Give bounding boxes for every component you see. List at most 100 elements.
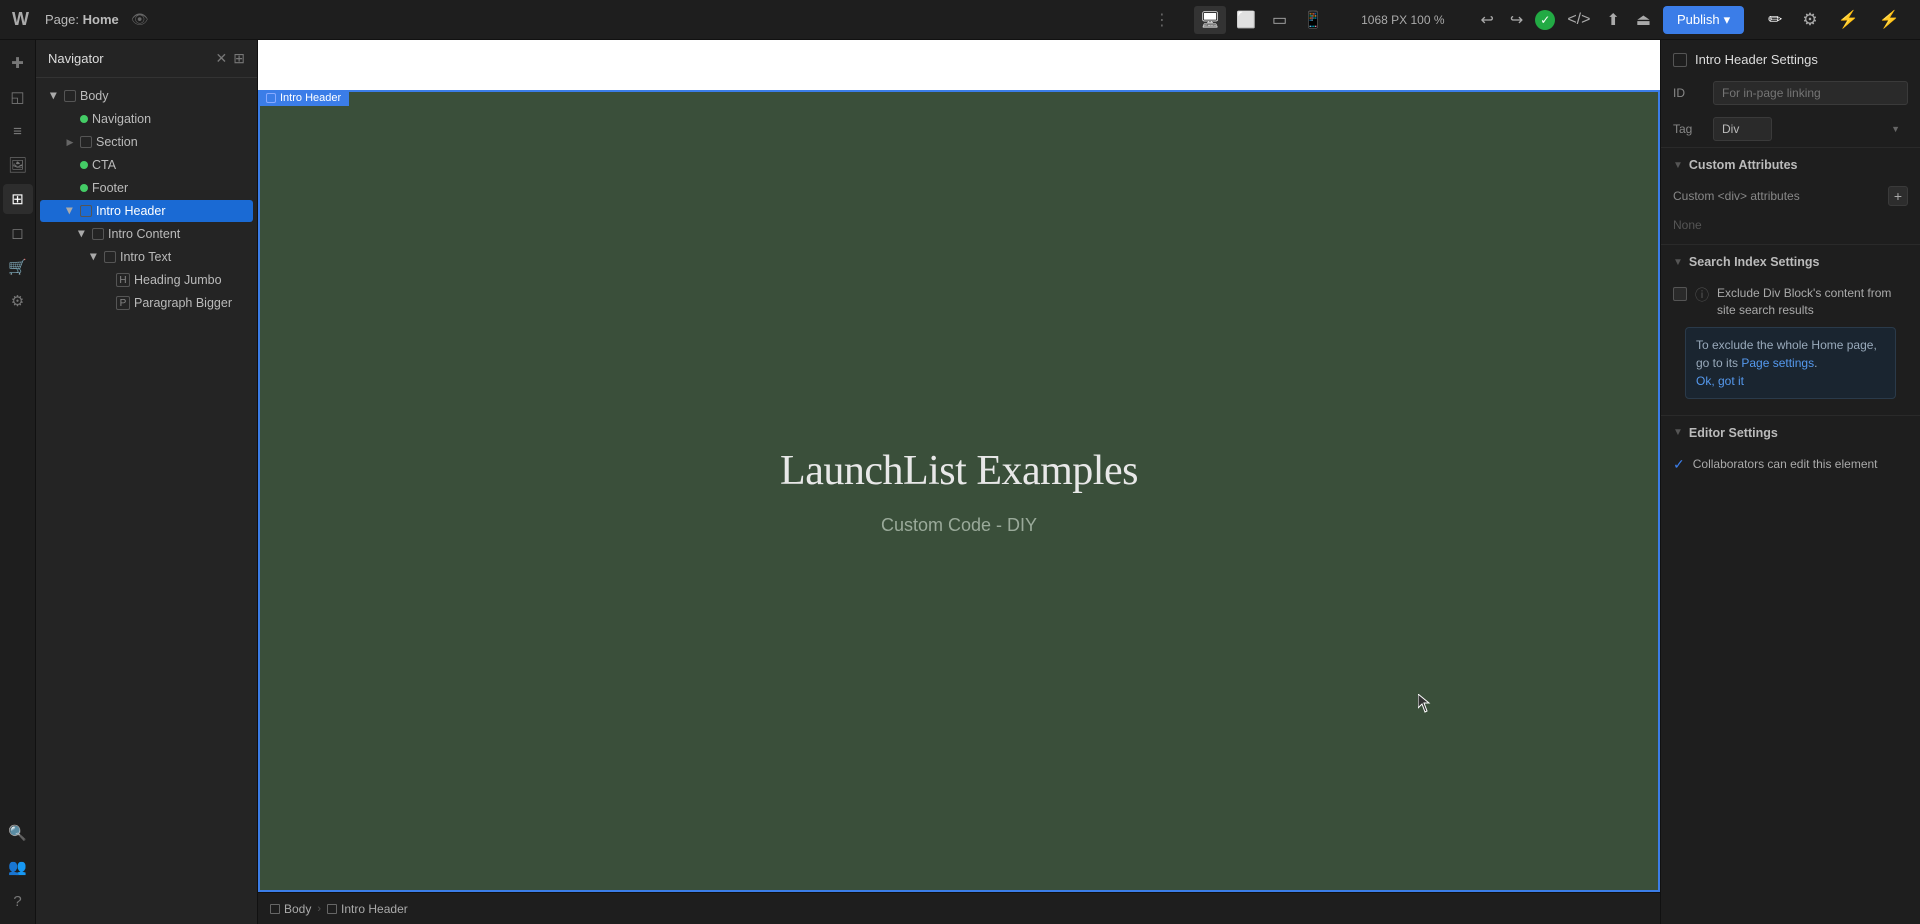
nav-dot-cta xyxy=(80,161,88,169)
breadcrumb-intro-header-label: Intro Header xyxy=(341,902,408,916)
save-status-icon: ✓ xyxy=(1535,10,1555,30)
redo-button[interactable]: ↪ xyxy=(1506,6,1527,34)
topbar-actions: ↩ ↪ ✓ </> ⬆ ⏏ Publish ▾ xyxy=(1477,6,1745,34)
interactions-panel-toggle[interactable]: ⚡ xyxy=(1830,6,1867,34)
nav-dot-footer xyxy=(80,184,88,192)
nav-checkbox-intro-header[interactable] xyxy=(80,205,92,217)
sidebar-icon-pages[interactable]: ◱ xyxy=(3,82,33,112)
device-desktop-btn[interactable]: 🖥 xyxy=(1194,6,1226,34)
nav-expand-body[interactable]: ▶ xyxy=(48,90,60,102)
device-tablet-btn[interactable]: ▭ xyxy=(1266,6,1293,34)
sidebar-icon-add[interactable]: ✚ xyxy=(3,48,33,78)
right-panel-tag-field: Tag Div Section Article Header Footer Na… xyxy=(1661,111,1920,147)
nav-symbol-heading-jumbo: H xyxy=(116,273,130,287)
page-settings-link[interactable]: Page settings xyxy=(1741,356,1814,370)
settings-panel-toggle[interactable]: ⚙ xyxy=(1794,6,1825,34)
nav-item-navigation[interactable]: Navigation xyxy=(40,108,253,130)
nav-expand-intro-header[interactable]: ▶ xyxy=(64,205,76,217)
device-mobile-btn[interactable]: 📱 xyxy=(1297,6,1329,34)
sidebar-icon-settings[interactable]: ⚙ xyxy=(3,286,33,316)
canvas-element-label: Intro Header xyxy=(258,90,349,106)
nav-label-body: Body xyxy=(80,89,245,103)
navigator-close-icon[interactable]: ✕ xyxy=(216,50,228,67)
nav-item-section[interactable]: ▶ Section xyxy=(40,131,253,153)
canvas-label-text: Intro Header xyxy=(280,92,341,104)
editor-settings-section-header[interactable]: ▼ Editor Settings xyxy=(1661,415,1920,448)
nav-item-footer[interactable]: Footer xyxy=(40,177,253,199)
cms-panel-toggle[interactable]: ⚡ xyxy=(1871,6,1908,34)
app-logo: W xyxy=(12,9,29,30)
sidebar-icon-ecom[interactable]: 🛒 xyxy=(3,252,33,282)
ok-got-it-link[interactable]: Ok, got it xyxy=(1696,374,1744,388)
nav-expand-intro-content[interactable]: ▶ xyxy=(76,228,88,240)
nav-item-intro-content[interactable]: ▶ Intro Content xyxy=(40,223,253,245)
custom-attrs-add-button[interactable]: + xyxy=(1888,186,1908,206)
topbar: W Page: Home 👁 ⋮ 🖥 ⬜ ▭ 📱 1068 PX 100 % ↩… xyxy=(0,0,1920,40)
nav-checkbox-body[interactable] xyxy=(64,90,76,102)
nav-item-intro-text[interactable]: ▶ Intro Text xyxy=(40,246,253,268)
nav-spacer-cta xyxy=(64,159,76,171)
nav-item-body[interactable]: ▶ Body xyxy=(40,85,253,107)
export-button[interactable]: ⬆ xyxy=(1602,6,1623,34)
nav-label-cta: CTA xyxy=(92,158,245,172)
nav-label-intro-text: Intro Text xyxy=(120,250,245,264)
sidebar-icon-text[interactable]: ≡ xyxy=(3,116,33,146)
eject-button[interactable]: ⏏ xyxy=(1632,6,1655,34)
breadcrumb-intro-header[interactable]: Intro Header xyxy=(327,902,408,916)
sidebar-icon-search[interactable]: 🔍 xyxy=(3,818,33,848)
more-options-icon[interactable]: ⋮ xyxy=(1154,10,1170,30)
breadcrumb-body[interactable]: Body xyxy=(270,902,311,916)
canvas-nav-strip xyxy=(258,40,1660,90)
nav-label-intro-content: Intro Content xyxy=(108,227,245,241)
right-panel-element-checkbox[interactable] xyxy=(1673,53,1687,67)
breadcrumb-body-checkbox xyxy=(270,904,280,914)
nav-expand-section[interactable]: ▶ xyxy=(64,136,76,148)
undo-button[interactable]: ↩ xyxy=(1477,6,1498,34)
nav-label-footer: Footer xyxy=(92,181,245,195)
search-index-checkbox[interactable] xyxy=(1673,287,1687,301)
code-view-button[interactable]: </> xyxy=(1563,7,1594,33)
right-panel-id-label: ID xyxy=(1673,86,1713,100)
device-tablet-landscape-btn[interactable]: ⬜ xyxy=(1230,6,1262,34)
right-panel-id-field: ID xyxy=(1661,75,1920,111)
canvas-intro-header[interactable]: Intro Header LaunchList Examples Custom … xyxy=(258,90,1660,892)
navigator-grid-icon[interactable]: ⊞ xyxy=(233,50,245,67)
editor-settings-content: ✓ Collaborators can edit this element xyxy=(1661,448,1920,481)
nav-checkbox-intro-text[interactable] xyxy=(104,251,116,263)
nav-label-navigation: Navigation xyxy=(92,112,245,126)
right-panel-tag-select-wrapper: Div Section Article Header Footer Nav Ma… xyxy=(1713,117,1908,141)
style-panel-toggle[interactable]: ✏ xyxy=(1760,6,1790,34)
navigator-panel: Navigator ✕ ⊞ ▶ Body Navigation ▶ xyxy=(36,40,258,924)
nav-label-paragraph-bigger: Paragraph Bigger xyxy=(134,296,245,310)
sidebar-icon-help[interactable]: ? xyxy=(3,886,33,916)
search-index-section-header[interactable]: ▼ Search Index Settings xyxy=(1661,244,1920,277)
sidebar-icon-users[interactable]: 👥 xyxy=(3,852,33,882)
nav-item-heading-jumbo[interactable]: H Heading Jumbo xyxy=(40,269,253,291)
nav-dot-navigation xyxy=(80,115,88,123)
breadcrumb-intro-header-checkbox xyxy=(327,904,337,914)
nav-spacer-paragraph xyxy=(100,297,112,309)
cursor xyxy=(1418,694,1430,712)
navigator-header-icons: ✕ ⊞ xyxy=(216,50,245,67)
preview-icon[interactable]: 👁 xyxy=(131,11,149,28)
custom-attributes-section-header[interactable]: ▼ Custom Attributes xyxy=(1661,147,1920,180)
search-index-title: Search Index Settings xyxy=(1689,255,1820,269)
sidebar-icon-navigator[interactable]: ⊞ xyxy=(3,184,33,214)
custom-attrs-none-label: None xyxy=(1661,212,1920,244)
search-index-collapse-icon: ▼ xyxy=(1673,257,1683,268)
publish-button[interactable]: Publish ▾ xyxy=(1663,6,1744,34)
right-panel-id-input[interactable] xyxy=(1713,81,1908,105)
nav-item-paragraph-bigger[interactable]: P Paragraph Bigger xyxy=(40,292,253,314)
publish-dropdown-icon[interactable]: ▾ xyxy=(1724,12,1731,28)
sidebar-icon-media[interactable]: 🖼 xyxy=(3,150,33,180)
nav-item-cta[interactable]: CTA xyxy=(40,154,253,176)
nav-checkbox-section[interactable] xyxy=(80,136,92,148)
nav-symbol-paragraph: P xyxy=(116,296,130,310)
breadcrumb-separator-1: › xyxy=(317,903,321,915)
nav-expand-intro-text[interactable]: ▶ xyxy=(88,251,100,263)
right-panel-tag-select[interactable]: Div Section Article Header Footer Nav Ma… xyxy=(1713,117,1772,141)
canvas-subtitle: Custom Code - DIY xyxy=(881,515,1037,536)
nav-checkbox-intro-content[interactable] xyxy=(92,228,104,240)
nav-item-intro-header[interactable]: ▶ Intro Header xyxy=(40,200,253,222)
sidebar-icon-components[interactable]: ◻ xyxy=(3,218,33,248)
